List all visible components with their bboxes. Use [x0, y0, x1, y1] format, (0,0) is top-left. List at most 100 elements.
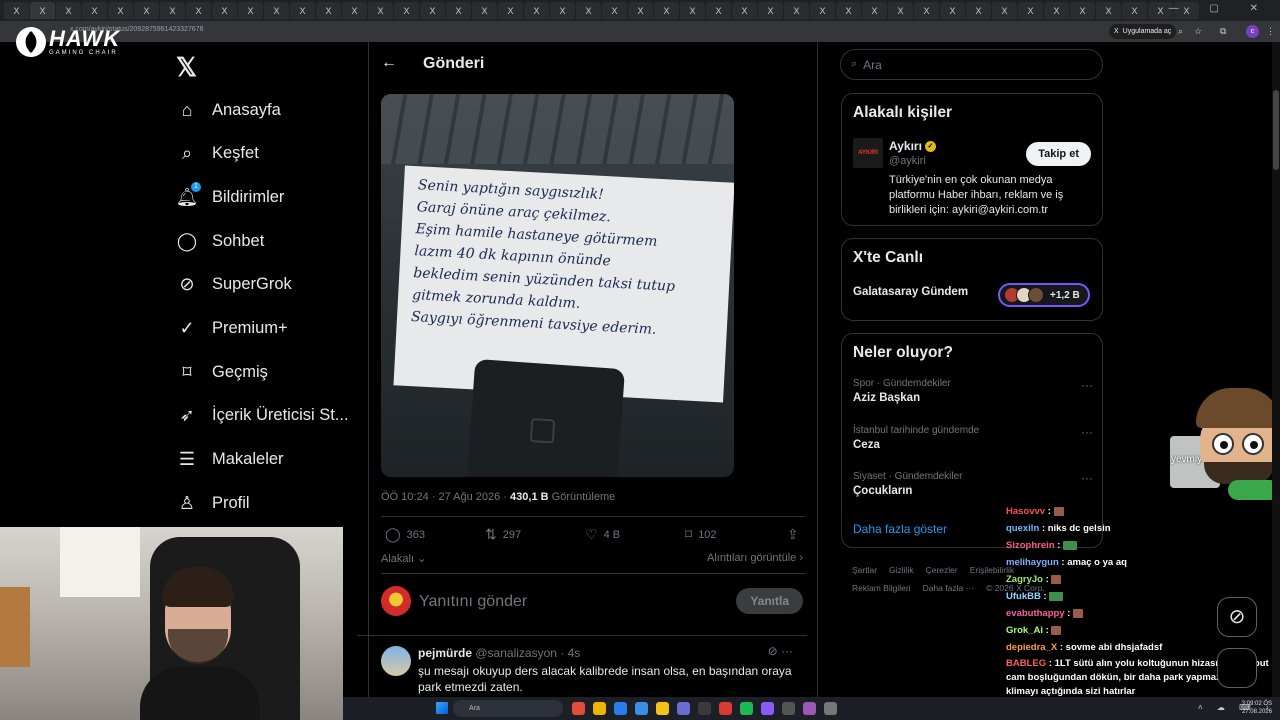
taskbar-app-icon[interactable] — [698, 702, 711, 715]
browser-tab[interactable]: X — [888, 2, 913, 19]
browser-tab[interactable]: X — [758, 2, 783, 19]
browser-tab[interactable]: X — [1096, 2, 1121, 19]
post-photo[interactable]: Senin yaptığın saygısızlık! Garaj önüne a… — [381, 94, 734, 477]
search-input[interactable]: ⌕ Ara — [840, 49, 1103, 80]
browser-tab[interactable]: X — [1044, 2, 1069, 19]
browser-tab[interactable]: X — [264, 2, 289, 19]
browser-profile-avatar[interactable]: c — [1246, 25, 1259, 38]
scrollbar-thumb[interactable] — [1273, 90, 1279, 170]
browser-tab[interactable]: X — [940, 2, 965, 19]
window-controls[interactable]: — ▢ ✕ — [1169, 3, 1272, 14]
browser-tab[interactable]: X — [30, 2, 55, 19]
commenter-name[interactable]: pejmürde — [418, 646, 472, 660]
browser-tab[interactable]: X — [420, 2, 445, 19]
browser-tab[interactable]: X — [290, 2, 315, 19]
browser-tab[interactable]: X — [134, 2, 159, 19]
browser-tab[interactable]: X — [732, 2, 757, 19]
related-dropdown[interactable]: Alakalı ⌄ — [381, 552, 426, 565]
browser-tab[interactable]: X — [550, 2, 575, 19]
browser-tab[interactable]: X — [394, 2, 419, 19]
browser-tab[interactable]: X — [602, 2, 627, 19]
like-button[interactable]: ♡ 4 B — [585, 526, 620, 543]
browser-tab[interactable]: X — [654, 2, 679, 19]
nav-item[interactable]: ✓ Premium+ — [176, 313, 287, 343]
more-icon[interactable]: ··· — [1081, 378, 1093, 392]
browser-tab[interactable]: X — [1070, 2, 1095, 19]
browser-tab[interactable]: X — [862, 2, 887, 19]
messages-button[interactable] — [1217, 648, 1257, 688]
taskbar-app-icon[interactable] — [614, 702, 627, 715]
account-avatar[interactable]: AYKIRI — [853, 138, 883, 168]
repost-button[interactable]: ⇅ 297 — [485, 526, 521, 543]
browser-tab[interactable]: X — [82, 2, 107, 19]
browser-tab[interactable]: X — [966, 2, 991, 19]
browser-tab[interactable]: X — [1018, 2, 1043, 19]
live-space-pill[interactable]: +1,2 B — [998, 283, 1090, 307]
taskbar-app-icon[interactable] — [803, 702, 816, 715]
nav-item[interactable]: ⌑ Geçmiş — [176, 357, 268, 387]
browser-tab[interactable]: X — [4, 2, 29, 19]
browser-tab[interactable]: X — [498, 2, 523, 19]
taskbar-app-icon[interactable] — [824, 702, 837, 715]
comment-more-icon[interactable]: ⊘ ··· — [768, 644, 793, 658]
nav-item[interactable]: ➶ İçerik Üreticisi St... — [176, 400, 348, 430]
user-avatar[interactable] — [381, 586, 411, 616]
browser-tab[interactable]: X — [992, 2, 1017, 19]
chat-username[interactable]: quexiln — [1006, 523, 1039, 534]
post-time[interactable]: ÖÖ 10:24 · 27 Ağu 2026 · — [381, 491, 507, 503]
taskbar-app-icon[interactable] — [593, 702, 606, 715]
menu-icon[interactable]: ⋮ — [1266, 26, 1275, 37]
chat-username[interactable]: evabuthappy — [1006, 608, 1065, 619]
chat-username[interactable]: ZagryJo — [1006, 574, 1043, 585]
x-logo-icon[interactable]: 𝕏 — [176, 52, 197, 83]
grok-button[interactable]: ⊘ — [1217, 597, 1257, 637]
chat-username[interactable]: Sizophrein — [1006, 540, 1055, 551]
commenter-avatar[interactable] — [381, 646, 411, 676]
browser-tab[interactable]: X — [342, 2, 367, 19]
taskbar-app-icon[interactable] — [572, 702, 585, 715]
footer-link[interactable]: Daha fazla ··· — [923, 583, 975, 593]
taskbar-app-icon[interactable] — [761, 702, 774, 715]
taskbar-app-icon[interactable] — [719, 702, 732, 715]
live-topic[interactable]: Galatasaray Gündem — [853, 286, 968, 298]
chat-username[interactable]: depiedra_X — [1006, 642, 1057, 653]
browser-tab[interactable]: X — [446, 2, 471, 19]
browser-tab[interactable]: X — [810, 2, 835, 19]
browser-tab[interactable]: X — [472, 2, 497, 19]
star-icon[interactable]: ☆ — [1194, 26, 1202, 37]
back-arrow-icon[interactable]: ← — [381, 54, 397, 72]
footer-link[interactable]: Çerezler — [926, 565, 958, 575]
chat-username[interactable]: UfukBB — [1006, 591, 1041, 602]
browser-tab[interactable]: X — [186, 2, 211, 19]
taskbar-app-icon[interactable] — [677, 702, 690, 715]
footer-link[interactable]: Gizlilik — [889, 565, 914, 575]
more-icon[interactable]: ··· — [1081, 471, 1093, 485]
browser-tab[interactable]: X — [1122, 2, 1147, 19]
nav-item[interactable]: ⊘ SuperGrok — [176, 269, 291, 299]
browser-tab[interactable]: X — [56, 2, 81, 19]
chat-username[interactable]: BABLEG — [1006, 658, 1046, 669]
chat-username[interactable]: melihaygun — [1006, 557, 1059, 568]
footer-link[interactable]: Şartlar — [852, 565, 877, 575]
browser-tab[interactable]: X — [238, 2, 263, 19]
nav-item[interactable]: ⌂ Anasayfa — [176, 95, 281, 125]
nav-item[interactable]: ☰ Makaleler — [176, 444, 284, 474]
view-quotes-link[interactable]: Alıntıları görüntüle › — [707, 552, 803, 564]
more-icon[interactable]: ··· — [1081, 425, 1093, 439]
nav-item[interactable]: 🔔︎ 1 Bildirimler — [176, 182, 284, 212]
browser-tab[interactable]: X — [524, 2, 549, 19]
browser-tab[interactable]: X — [212, 2, 237, 19]
scrollbar[interactable] — [1272, 42, 1280, 697]
nav-item[interactable]: ◯ Sohbet — [176, 226, 264, 256]
share-button[interactable]: ⇪ — [787, 526, 805, 543]
browser-tab[interactable]: X — [836, 2, 861, 19]
chat-username[interactable]: Hasovvv — [1006, 506, 1045, 517]
browser-tab[interactable]: X — [368, 2, 393, 19]
nav-item[interactable]: ♙ Profil — [176, 488, 250, 518]
zoom-icon[interactable]: ⌕ — [1178, 26, 1183, 37]
taskbar-app-icon[interactable] — [740, 702, 753, 715]
extensions-icon[interactable]: ⧉ — [1220, 26, 1226, 37]
taskbar-app-icon[interactable] — [635, 702, 648, 715]
trend-item[interactable]: Spor · Gündemdekiler Aziz Başkan ··· — [853, 378, 1093, 404]
footer-link[interactable]: Reklam Bilgileri — [852, 583, 911, 593]
